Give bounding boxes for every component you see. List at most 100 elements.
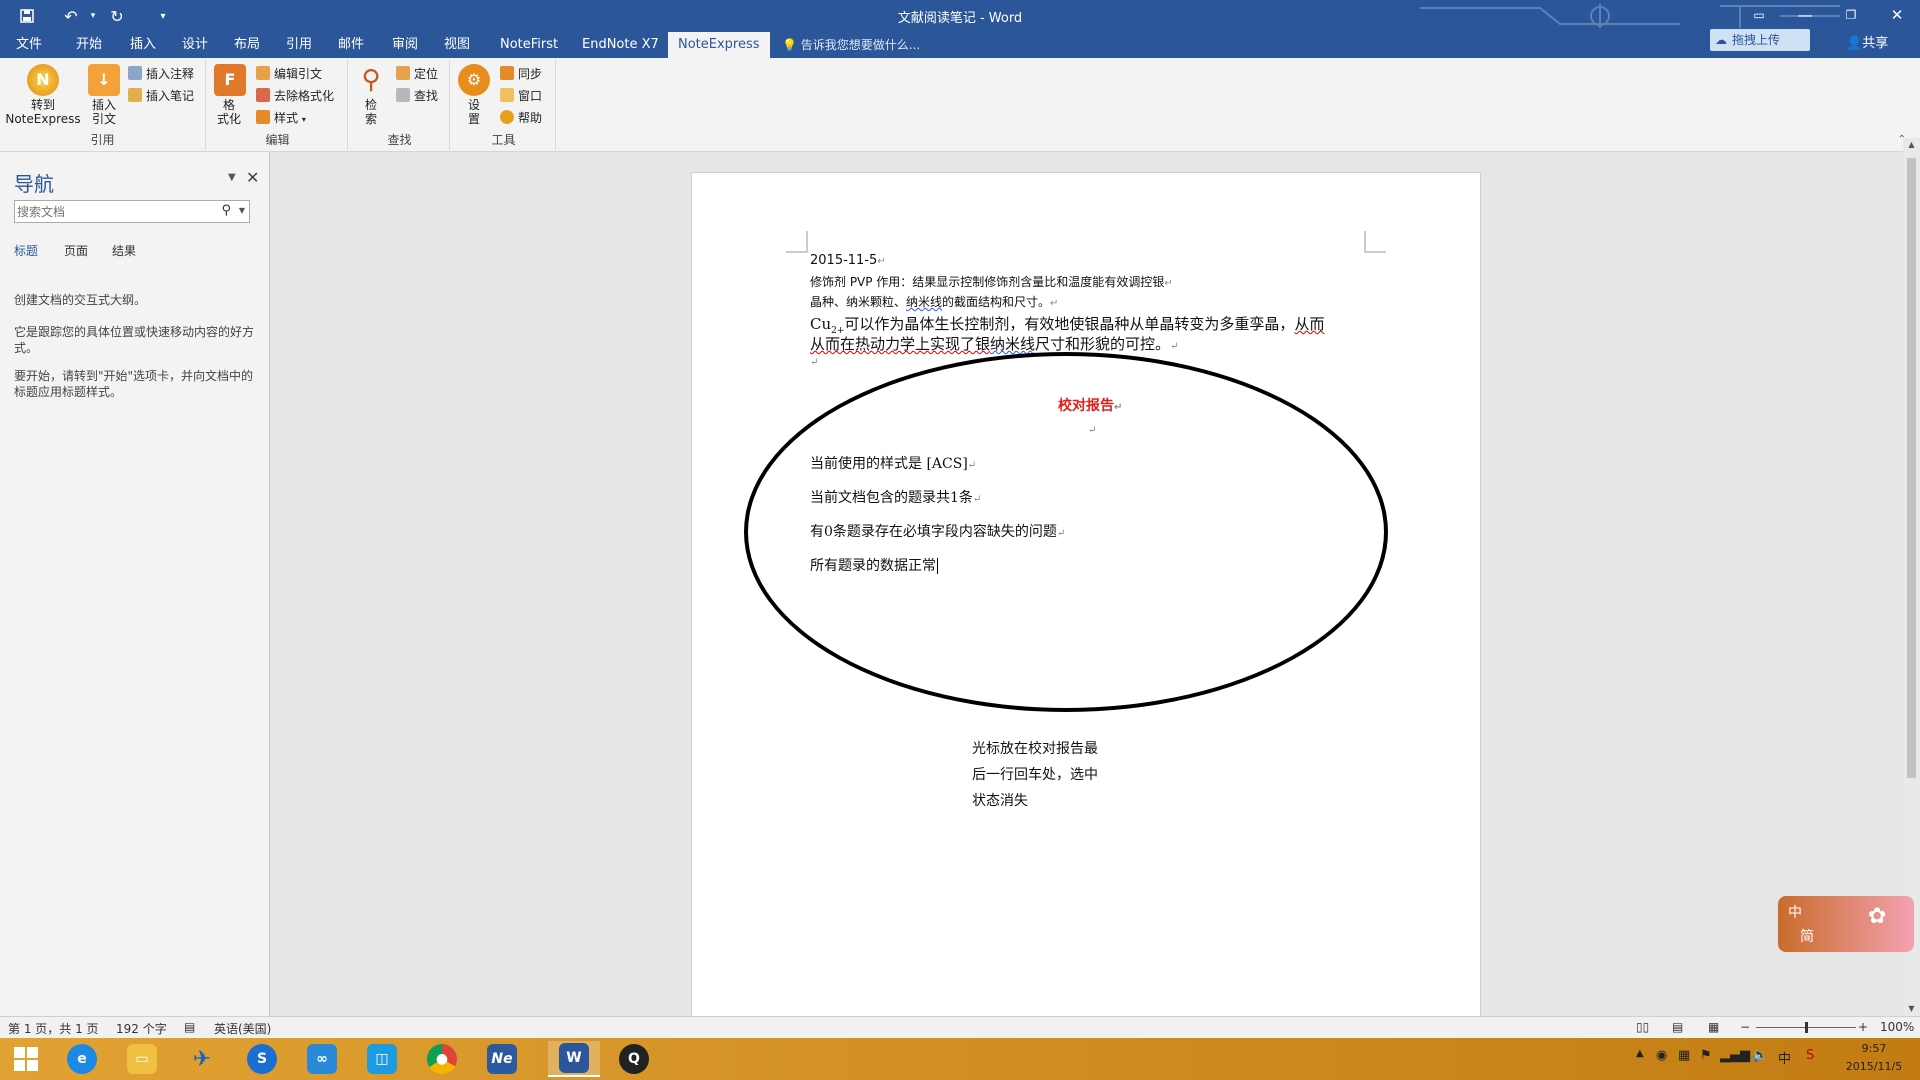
search-dropdown-icon[interactable]: ▼ — [239, 206, 245, 215]
web-layout-icon[interactable]: ▦ — [1708, 1020, 1719, 1034]
taskbar-chrome[interactable]: ● — [416, 1041, 468, 1077]
cloud-icon: ☁ — [1715, 33, 1727, 47]
paragraph-mark: ↵ — [1170, 341, 1179, 352]
window-button[interactable]: 窗口 — [500, 86, 542, 106]
tab-layout[interactable]: 布局 — [224, 32, 270, 58]
tell-me-box[interactable]: 💡 告诉我您想要做什么... — [782, 32, 920, 58]
tab-references[interactable]: 引用 — [276, 32, 322, 58]
close-button[interactable]: ✕ — [1874, 0, 1920, 30]
insert-note-label: 插入注释 — [146, 67, 195, 81]
clock[interactable]: 9:57 2015/11/5 — [1838, 1040, 1910, 1076]
nav-options-icon[interactable]: ▼ — [228, 172, 236, 183]
help-button[interactable]: 帮助 — [500, 108, 542, 128]
chrome-icon: ● — [427, 1044, 457, 1074]
taskbar-qq[interactable]: Q — [608, 1041, 660, 1077]
minimize-button[interactable]: — — [1782, 0, 1828, 30]
taskbar-noteexpress[interactable]: Ne — [476, 1041, 528, 1077]
settings-button[interactable]: ⚙ 设 置 — [458, 64, 490, 126]
tab-mailings[interactable]: 邮件 — [328, 32, 374, 58]
show-hidden-icons[interactable]: ▲ — [1636, 1048, 1644, 1059]
remove-format-label: 去除格式化 — [274, 89, 335, 103]
zoom-out-icon[interactable]: − — [1740, 1020, 1750, 1034]
nav-search-box[interactable]: ⚲ ▼ — [14, 200, 250, 223]
volume-icon[interactable]: 🔈 — [1752, 1048, 1768, 1063]
taskbar-cloud[interactable]: ∞ — [296, 1041, 348, 1077]
find-icon — [396, 88, 410, 102]
style-dropdown[interactable]: 样式 ▾ — [256, 108, 306, 128]
network-icon[interactable]: ▂▄▆ — [1720, 1048, 1750, 1063]
goto-noteexpress-button[interactable]: N 转到 NoteExpress — [4, 64, 82, 126]
tray-window-icon[interactable]: ▦ — [1678, 1048, 1690, 1063]
taskbar-ie[interactable]: e — [56, 1041, 108, 1077]
nav-search-input[interactable] — [15, 201, 205, 222]
tab-view[interactable]: 视图 — [434, 32, 480, 58]
nav-tab-headings[interactable]: 标题 — [14, 242, 38, 259]
format-button[interactable]: F 格 式化 — [214, 64, 246, 126]
tab-noteexpress[interactable]: NoteExpress — [668, 32, 770, 58]
insert-note-button[interactable]: 插入注释 — [128, 64, 194, 84]
insert-memo-button[interactable]: 插入笔记 — [128, 86, 194, 106]
bird-icon: ✈ — [192, 1046, 212, 1072]
sync-button[interactable]: 同步 — [500, 64, 542, 84]
doc-line-4[interactable]: 从而在热动力学上实现了银纳米线尺寸和形貌的可控。↵ — [810, 333, 1178, 354]
tab-notefirst[interactable]: NoteFirst — [490, 32, 568, 58]
tab-review[interactable]: 审阅 — [382, 32, 428, 58]
tray-app-icon[interactable]: ◉ — [1656, 1048, 1667, 1063]
scroll-thumb[interactable] — [1907, 158, 1916, 778]
scroll-up-icon[interactable]: ▲ — [1903, 138, 1920, 152]
ime-tray-icon[interactable]: 中 — [1778, 1048, 1791, 1067]
flag-icon[interactable]: ⚑ — [1700, 1048, 1712, 1063]
doc-line-2[interactable]: 晶种、纳米颗粒、纳米线的截面结构和尺寸。↵ — [810, 293, 1058, 310]
print-layout-icon[interactable]: ▤ — [1672, 1020, 1683, 1034]
edit-citation-button[interactable]: 编辑引文 — [256, 64, 322, 84]
taskbar-explorer[interactable]: ▭ — [116, 1041, 168, 1077]
tab-insert[interactable]: 插入 — [120, 32, 166, 58]
page-count[interactable]: 第 1 页，共 1 页 — [8, 1020, 99, 1037]
nav-tab-results[interactable]: 结果 — [112, 242, 136, 259]
ribbon-display-icon[interactable]: ▭ — [1736, 0, 1782, 30]
ime-widget[interactable]: 中 简 ✿ — [1778, 896, 1914, 952]
proofing-icon[interactable]: ▤ — [184, 1020, 195, 1034]
doc-date[interactable]: 2015-11-5↵ — [810, 253, 886, 268]
vertical-scrollbar[interactable]: ▲ ▼ — [1903, 138, 1920, 1016]
search-button[interactable]: ⚲ 检 索 — [354, 64, 388, 126]
tab-file[interactable]: 文件 — [6, 32, 52, 58]
word-count[interactable]: 192 个字 — [116, 1020, 167, 1037]
doc-date-text: 2015-11-5 — [810, 253, 878, 268]
annotation-line-2: 后一行回车处，选中 — [972, 767, 1098, 783]
nav-close-icon[interactable]: ✕ — [246, 168, 259, 187]
zoom-level[interactable]: 100% — [1880, 1020, 1914, 1034]
share-button[interactable]: 👤共享 — [1846, 32, 1888, 56]
taskbar-word[interactable]: W — [548, 1041, 600, 1077]
tab-design[interactable]: 设计 — [172, 32, 218, 58]
nav-tab-pages[interactable]: 页面 — [64, 242, 88, 259]
tab-home[interactable]: 开始 — [66, 32, 112, 58]
tab-endnote[interactable]: EndNote X7 — [572, 32, 669, 58]
insert-memo-label: 插入笔记 — [146, 89, 195, 103]
remove-format-button[interactable]: 去除格式化 — [256, 86, 334, 106]
zoom-in-icon[interactable]: + — [1858, 1020, 1868, 1034]
insert-citation-button[interactable]: ↓ 插入 引文 — [84, 64, 124, 126]
noteexpress-icon: Ne — [487, 1044, 517, 1074]
zoom-slider-knob[interactable] — [1805, 1022, 1808, 1033]
share-label: 共享 — [1862, 36, 1889, 51]
search-icon[interactable]: ⚲ — [221, 203, 231, 218]
language-indicator[interactable]: 英语(美国) — [214, 1020, 271, 1037]
doc-line-4b: 纳米线 — [990, 335, 1036, 353]
sogou-tray-icon[interactable]: S — [1806, 1048, 1814, 1063]
scroll-down-icon[interactable]: ▼ — [1903, 1002, 1920, 1016]
read-mode-icon[interactable]: ▯▯ — [1636, 1020, 1649, 1034]
start-button[interactable] — [0, 1041, 52, 1077]
upload-button[interactable]: ☁ 拖拽上传 — [1710, 29, 1810, 51]
group-find: ⚲ 检 索 定位 查找 查找 — [350, 60, 450, 150]
style-icon — [256, 110, 270, 124]
taskbar-sogou[interactable]: S — [236, 1041, 288, 1077]
nav-hint-2: 它是跟踪您的具体位置或快速移动内容的好方式。 — [14, 325, 255, 355]
find-button[interactable]: 查找 — [396, 86, 438, 106]
window-icon — [500, 88, 514, 102]
locate-button[interactable]: 定位 — [396, 64, 438, 84]
taskbar-app-blue[interactable]: ◫ — [356, 1041, 408, 1077]
taskbar-bird[interactable]: ✈ — [176, 1041, 228, 1077]
restore-button[interactable]: ❐ — [1828, 0, 1874, 30]
doc-line-1[interactable]: 修饰剂 PVP 作用：结果显示控制修饰剂含量比和温度能有效调控银↵ — [810, 273, 1173, 290]
